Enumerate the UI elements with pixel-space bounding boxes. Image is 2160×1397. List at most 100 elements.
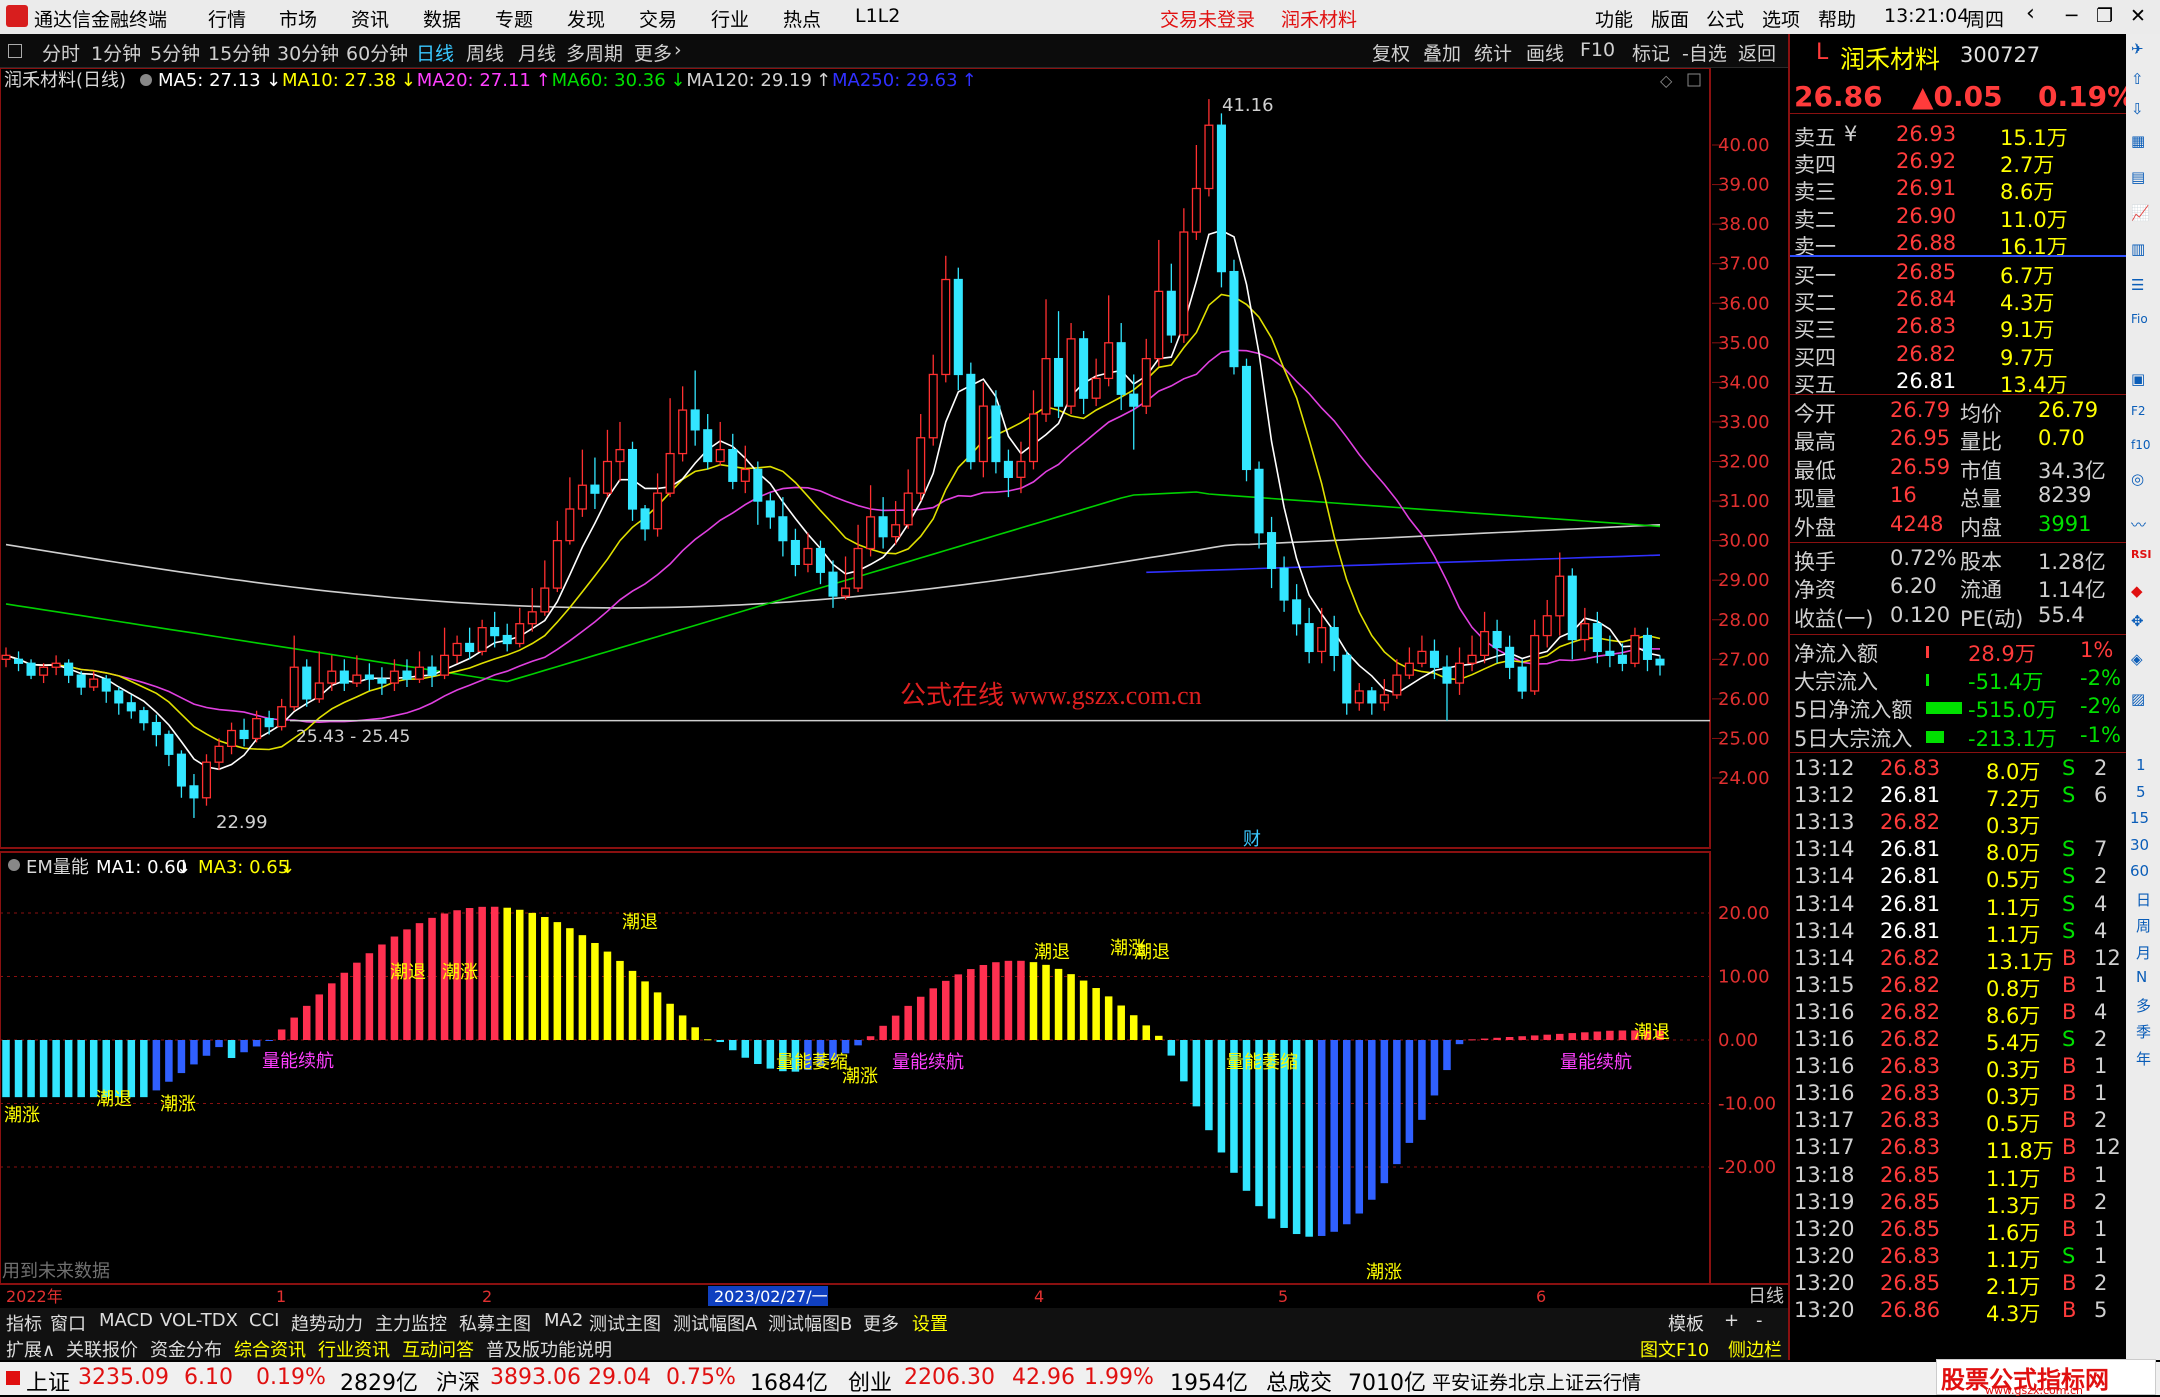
btn-f10[interactable]: F10 — [1580, 39, 1615, 61]
f10-icon[interactable]: f10 — [2131, 438, 2151, 452]
indicator-dot-icon[interactable] — [8, 859, 20, 871]
rsi-icon[interactable]: RSI — [2131, 548, 2152, 561]
minimize-icon[interactable]: ─ — [2066, 5, 2077, 27]
lock-icon[interactable]: ▨ — [2131, 690, 2145, 708]
calendar-icon[interactable]: ▣ — [2131, 370, 2145, 388]
cube-icon[interactable]: ◈ — [2131, 650, 2143, 668]
list-icon[interactable]: ☰ — [2131, 276, 2144, 294]
tab-f10-graphic[interactable]: 图文F10 — [1640, 1336, 1709, 1362]
tab-daily[interactable]: 日线 — [416, 39, 454, 66]
menu-item-bangzhu[interactable]: 帮助 — [1818, 5, 1856, 32]
grid-icon[interactable]: ▦ — [2131, 132, 2145, 150]
toolbar-menu-icon[interactable] — [8, 44, 22, 58]
btn-back[interactable]: 返回 — [1738, 39, 1776, 66]
tab-5min[interactable]: 5分钟 — [150, 39, 200, 66]
btn-fuquan[interactable]: 复权 — [1372, 39, 1410, 66]
kline-chart[interactable]: 润禾材料(日线) MA5: 27.13 ↓ MA10: 27.38 ↓ MA20: 27… — [0, 68, 1788, 1308]
tab-1min[interactable]: 1分钟 — [91, 39, 141, 66]
tab-fenshi[interactable]: 分时 — [42, 39, 80, 66]
trade-status[interactable]: 交易未登录 — [1160, 5, 1255, 32]
menu-item-xuanxiang[interactable]: 选项 — [1762, 5, 1800, 32]
close-icon[interactable]: ✕ — [2130, 5, 2146, 27]
tab-macd[interactable]: MACD — [99, 1310, 153, 1331]
sidebar-period-11[interactable]: 年 — [2136, 1048, 2151, 1069]
menu-item-redian[interactable]: 热点 — [783, 5, 821, 32]
chevron-right-icon[interactable]: › — [674, 39, 682, 61]
sidebar-period-6[interactable]: 周 — [2136, 915, 2151, 936]
tab-ma2[interactable]: MA2 — [544, 1310, 583, 1331]
back-nav-icon[interactable]: ‹ — [2026, 1, 2035, 26]
sh-label[interactable]: 上证 — [26, 1365, 70, 1397]
shield-icon[interactable]: ◆ — [2131, 582, 2143, 600]
tab-test-main[interactable]: 测试主图 — [589, 1310, 661, 1336]
btn-tongji[interactable]: 统计 — [1474, 39, 1512, 66]
tab-chuangkou[interactable]: 窗口 — [50, 1310, 86, 1336]
sidebar-period-2[interactable]: 15 — [2130, 809, 2149, 827]
menu-item-banmian[interactable]: 版面 — [1651, 5, 1689, 32]
move-icon[interactable]: ✥ — [2131, 612, 2144, 630]
menu-item-faxian[interactable]: 发现 — [567, 5, 605, 32]
tab-test-b[interactable]: 测试幅图B — [768, 1310, 852, 1336]
menu-item-gongneng[interactable]: 功能 — [1595, 5, 1633, 32]
sidebar-period-0[interactable]: 1 — [2136, 756, 2146, 774]
menu-item-hangye[interactable]: 行业 — [711, 5, 749, 32]
tab-monthly[interactable]: 月线 — [518, 39, 556, 66]
arrow-up-icon[interactable]: ⇧ — [2131, 70, 2144, 88]
sidebar-period-10[interactable]: 季 — [2136, 1021, 2151, 1042]
tab-related-quote[interactable]: 关联报价 — [66, 1336, 138, 1362]
tab-weekly[interactable]: 周线 — [466, 39, 504, 66]
menu-item-shichang[interactable]: 市场 — [279, 5, 317, 32]
btn-diejia[interactable]: 叠加 — [1423, 39, 1461, 66]
tab-more[interactable]: 更多 — [634, 39, 672, 66]
pin-icon[interactable]: ✈ — [2131, 40, 2144, 58]
tab-fund-dist[interactable]: 资金分布 — [150, 1336, 222, 1362]
menu-item-l1l2[interactable]: L1L2 — [855, 5, 900, 27]
tab-remove[interactable]: - — [1756, 1310, 1763, 1331]
tab-qa[interactable]: 互动问答 — [402, 1336, 474, 1362]
btn-remove-watch[interactable]: -自选 — [1682, 39, 1727, 66]
btn-biaoji[interactable]: 标记 — [1632, 39, 1670, 66]
indicator-name[interactable]: EM量能 — [26, 857, 89, 878]
tab-30min[interactable]: 30分钟 — [277, 39, 339, 66]
tab-15min[interactable]: 15分钟 — [208, 39, 270, 66]
tab-gengduo[interactable]: 更多 — [863, 1310, 899, 1336]
tab-test-a[interactable]: 测试幅图A — [673, 1310, 757, 1336]
cy-label[interactable]: 创业 — [848, 1365, 892, 1397]
menu-item-gongshi[interactable]: 公式 — [1706, 5, 1744, 32]
restore-icon[interactable]: ❐ — [2096, 5, 2113, 27]
table-icon[interactable]: ▤ — [2131, 168, 2145, 186]
tab-add[interactable]: + — [1724, 1310, 1739, 1331]
tab-zhuli[interactable]: 主力监控 — [375, 1310, 447, 1336]
tab-simu[interactable]: 私募主图 — [459, 1310, 531, 1336]
tab-vol-tdx[interactable]: VOL-TDX — [160, 1310, 238, 1331]
menu-item-zixun[interactable]: 资讯 — [351, 5, 389, 32]
sidebar-period-7[interactable]: 月 — [2136, 942, 2151, 963]
tab-industry-news[interactable]: 行业资讯 — [318, 1336, 390, 1362]
tab-cci[interactable]: CCI — [249, 1310, 279, 1331]
sidebar-period-3[interactable]: 30 — [2130, 836, 2149, 854]
tab-expand[interactable]: 扩展∧ — [6, 1336, 55, 1362]
menu-item-hangqing[interactable]: 行情 — [208, 5, 246, 32]
sidebar-period-9[interactable]: 多 — [2136, 995, 2151, 1016]
sidebar-period-5[interactable]: 日 — [2136, 889, 2151, 910]
tab-60min[interactable]: 60分钟 — [346, 39, 408, 66]
f2-icon[interactable]: F2 — [2131, 404, 2146, 418]
tab-help[interactable]: 普及版功能说明 — [486, 1336, 612, 1362]
tab-news[interactable]: 综合资讯 — [234, 1336, 306, 1362]
bar-icon[interactable]: ▥ — [2131, 240, 2145, 258]
legend-dot-icon[interactable] — [140, 74, 152, 86]
btn-huaxian[interactable]: 画线 — [1526, 39, 1564, 66]
chart-line-icon[interactable]: 📈 — [2131, 204, 2150, 222]
wave-icon[interactable]: 〰 — [2131, 514, 2146, 535]
globe-icon[interactable]: ◎ — [2131, 470, 2144, 488]
hs-label[interactable]: 沪深 — [436, 1365, 480, 1397]
fio-icon[interactable]: Fio — [2131, 312, 2148, 326]
menu-item-jiaoyi[interactable]: 交易 — [639, 5, 677, 32]
tab-multi-period[interactable]: 多周期 — [566, 39, 623, 66]
tab-zhibiao[interactable]: 指标 — [6, 1310, 42, 1336]
arrow-down-icon[interactable]: ⇩ — [2131, 100, 2144, 118]
financial-report-marker[interactable]: 财 — [1243, 829, 1261, 850]
sidebar-period-1[interactable]: 5 — [2136, 783, 2146, 801]
tab-qushi[interactable]: 趋势动力 — [291, 1310, 363, 1336]
sidebar-period-4[interactable]: 60 — [2130, 862, 2149, 880]
